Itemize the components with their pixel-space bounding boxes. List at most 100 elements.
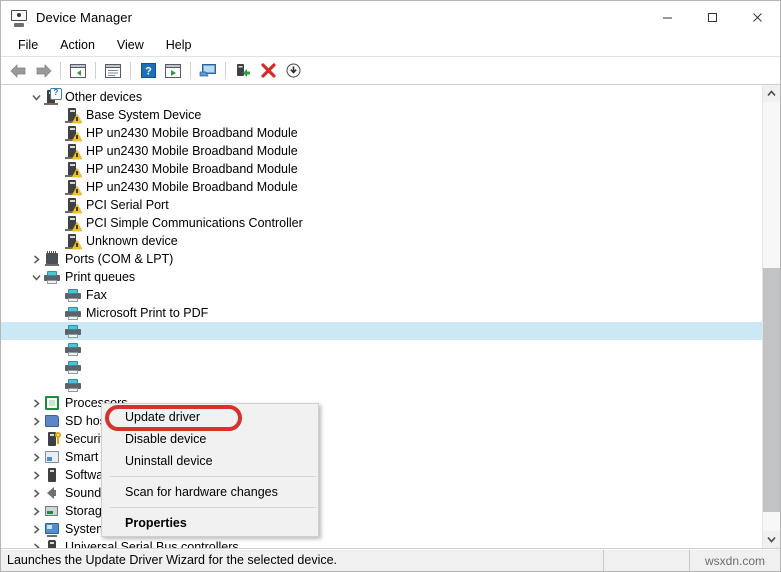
warning-device-icon [65,125,82,141]
status-message: Launches the Update Driver Wizard for th… [7,553,338,567]
printer-icon [65,359,81,375]
tree-row-label: Universal Serial Bus controllers [65,540,239,548]
tree-row-label: HP un2430 Mobile Broadband Module [86,144,298,158]
chevron-right-icon[interactable] [28,484,44,502]
title-bar: Device Manager [1,1,780,34]
toolbar-separator [190,62,191,79]
chevron-right-icon[interactable] [28,538,44,548]
chevron-right-icon[interactable] [28,502,44,520]
status-panel-spacer [603,550,689,571]
printer-icon [65,305,81,321]
printer-icon [65,323,81,339]
tree-row-label: HP un2430 Mobile Broadband Module [86,126,298,140]
forward-icon[interactable] [31,60,55,82]
context-menu[interactable]: Update driver Disable device Uninstall dev… [101,403,319,537]
maximize-button[interactable] [690,1,735,34]
tree-row-label: Other devices [65,90,143,104]
close-button[interactable] [735,1,780,34]
scroll-down-button[interactable] [763,531,780,548]
tree-row[interactable]: Unknown device [1,232,762,250]
tree-row[interactable] [1,376,762,394]
processor-icon [44,395,60,411]
tree-row-label: HP un2430 Mobile Broadband Module [86,162,298,176]
port-icon [44,251,60,267]
properties-icon[interactable] [101,60,125,82]
warning-device-icon [65,107,82,123]
menu-file[interactable]: File [7,35,49,56]
view-icon[interactable] [161,60,185,82]
tree-row[interactable]: HP un2430 Mobile Broadband Module [1,160,762,178]
toolbar-separator [130,62,131,79]
tree-row[interactable] [1,358,762,376]
chevron-down-icon[interactable] [28,268,44,286]
tree-row[interactable]: HP un2430 Mobile Broadband Module [1,142,762,160]
window-title: Device Manager [36,10,133,25]
scroll-up-button[interactable] [763,85,780,102]
tree-row[interactable] [1,322,762,340]
security-key-icon [44,431,61,447]
menu-action[interactable]: Action [49,35,106,56]
warning-device-icon [65,161,82,177]
smart-card-reader-icon [44,449,60,465]
printer-icon [44,269,60,285]
tree-row[interactable]: Fax [1,286,762,304]
tree-row[interactable]: Print queues [1,268,762,286]
system-device-icon [44,521,60,537]
minimize-button[interactable] [645,1,690,34]
menu-view[interactable]: View [106,35,155,56]
scan-for-hardware-changes-icon[interactable] [196,60,220,82]
tree-row[interactable]: Base System Device [1,106,762,124]
unknown-device-icon: ? [44,88,62,105]
scrollbar-thumb[interactable] [763,267,780,512]
tree-row[interactable]: ? Other devices [1,88,762,106]
sd-card-icon [44,413,60,429]
warning-device-icon [65,143,82,159]
tree-row-label: Ports (COM & LPT) [65,252,174,266]
chevron-right-icon[interactable] [28,520,44,538]
tree-row[interactable]: PCI Simple Communications Controller [1,214,762,232]
tree-row[interactable]: HP un2430 Mobile Broadband Module [1,178,762,196]
update-driver-icon[interactable] [231,60,255,82]
chevron-right-icon[interactable] [28,448,44,466]
chevron-right-icon[interactable] [28,412,44,430]
context-menu-item[interactable]: Uninstall device [102,450,318,472]
chevron-right-icon[interactable] [28,430,44,448]
context-menu-item[interactable]: Scan for hardware changes [102,481,318,503]
printer-icon [65,377,81,393]
device-manager-icon [10,9,28,27]
help-icon[interactable]: ? [136,60,160,82]
storage-controller-icon [44,503,60,519]
back-icon[interactable] [6,60,30,82]
chevron-right-icon[interactable] [28,250,44,268]
context-menu-item[interactable]: Disable device [102,428,318,450]
vertical-scrollbar[interactable] [762,85,780,548]
tree-row-label: PCI Simple Communications Controller [86,216,303,230]
tree-row[interactable]: Ports (COM & LPT) [1,250,762,268]
menu-bar: File Action View Help [1,34,780,56]
chevron-right-icon[interactable] [28,394,44,412]
window-controls [645,1,780,34]
warning-device-icon [65,197,82,213]
software-device-icon [44,467,60,483]
context-menu-item[interactable]: Update driver [102,406,318,428]
toolbar-separator [95,62,96,79]
chevron-right-icon[interactable] [28,466,44,484]
uninstall-device-icon[interactable] [256,60,280,82]
warning-device-icon [65,215,82,231]
tree-row[interactable] [1,340,762,358]
context-menu-separator [110,507,316,508]
chevron-down-icon[interactable] [28,88,44,106]
tree-row[interactable]: Microsoft Print to PDF [1,304,762,322]
content-area: ? Other devices Base System Device HP un243… [1,85,780,549]
tree-row[interactable]: HP un2430 Mobile Broadband Module [1,124,762,142]
tree-row-label: Unknown device [86,234,178,248]
tree-row[interactable]: Universal Serial Bus controllers [1,538,762,548]
menu-help[interactable]: Help [155,35,203,56]
tree-row[interactable]: PCI Serial Port [1,196,762,214]
tree-row-label: PCI Serial Port [86,198,169,212]
show-hide-console-tree-icon[interactable] [66,60,90,82]
toolbar-separator [225,62,226,79]
context-menu-item[interactable]: Properties [102,512,318,534]
disable-device-icon[interactable] [281,60,305,82]
warning-device-icon [65,233,82,249]
